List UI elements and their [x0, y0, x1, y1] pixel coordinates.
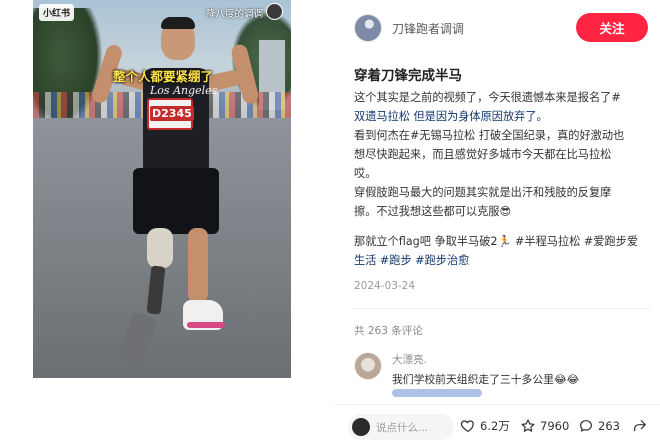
hashtag-link[interactable]: 生活 #跑步 #跑步治愈	[354, 254, 469, 267]
note-title: 穿着刀锋完成半马	[354, 68, 462, 84]
running-blade	[117, 311, 159, 365]
note-page: Los Angeles D2345 整个人都要紧绷了 小红书 降八度的调调 刀锋…	[0, 0, 660, 447]
comment-count: 共 263 条评论	[354, 325, 423, 337]
note-tags-line: 生活 #跑步 #跑步治愈	[354, 251, 654, 270]
shoe-accent	[187, 322, 225, 328]
collect-count: 7960	[540, 419, 570, 433]
prosthetic-socket	[147, 228, 173, 268]
note-body-line: 看到何杰在#无锡马拉松 打破全国纪录，真的好激动也	[354, 129, 625, 142]
bottom-action-bar: 说点什么... 6.2万 7960 263	[334, 404, 660, 447]
hashtag-link[interactable]: 双遗马拉松 但是因为身体原因放弃了。	[354, 110, 548, 123]
author-name[interactable]: 刀锋跑者调调	[392, 20, 464, 37]
note-tags: 那就立个flag吧 争取半马破2🏃 #半程马拉松 #爱跑步爱 生活 #跑步 #跑…	[354, 232, 654, 270]
commenter-avatar[interactable]	[354, 352, 382, 380]
like-button[interactable]: 6.2万	[460, 418, 510, 434]
follow-button[interactable]: 关注	[576, 13, 648, 42]
share-icon	[634, 420, 646, 432]
heart-icon	[460, 420, 474, 433]
note-detail-panel: 刀锋跑者调调 关注 穿着刀锋完成半马 这个其实是之前的视频了，今天很遗憾本来是报…	[334, 0, 660, 447]
author-avatar[interactable]	[354, 14, 382, 42]
commenter-name[interactable]: 大漂亮.	[392, 352, 427, 367]
runner-hair	[161, 17, 195, 29]
note-body-line: 擦。不过我想这些都可以克服😎	[354, 205, 512, 218]
runner-shorts	[133, 168, 219, 234]
my-avatar	[352, 418, 370, 436]
comment-image-strip[interactable]	[392, 389, 482, 397]
video-caption: 整个人都要紧绷了	[113, 69, 214, 84]
runner-figure: Los Angeles D2345	[33, 0, 291, 378]
watermark-avatar	[266, 3, 283, 20]
note-tags-line: 那就立个flag吧 争取半马破2🏃 #半程马拉松 #爱跑步爱	[354, 235, 639, 248]
comment-input-placeholder: 说点什么...	[376, 421, 429, 434]
note-body-line: 这个其实是之前的视频了，今天很遗憾本来是报名了#	[354, 91, 621, 104]
star-icon	[521, 419, 535, 432]
watermark-logo: 小红书	[39, 4, 75, 21]
bib-number: D2345	[150, 106, 194, 121]
share-button[interactable]	[632, 418, 652, 434]
comment-button[interactable]: 263	[578, 418, 620, 434]
note-date: 2024-03-24	[354, 280, 416, 292]
comment-input[interactable]: 说点什么...	[348, 414, 454, 440]
collect-button[interactable]: 7960	[520, 418, 569, 434]
note-body-line: 想尽快跑起来，而且感觉好多城市今天都在比马拉松	[354, 148, 612, 161]
watermark-username: 降八度的调调	[205, 9, 263, 20]
note-body-line: 穿假肢跑马最大的问题其实就是出汗和残肢的反复摩	[354, 186, 612, 199]
like-count: 6.2万	[480, 419, 510, 433]
section-divider	[354, 308, 650, 309]
jersey-text: Los Angeles	[150, 84, 218, 97]
runner-right-leg	[188, 228, 208, 302]
comment-total: 263	[598, 419, 620, 433]
note-video[interactable]: Los Angeles D2345 整个人都要紧绷了 小红书 降八度的调调	[33, 0, 291, 378]
comment-icon	[580, 420, 592, 432]
note-body-line: 双遗马拉松 但是因为身体原因放弃了。	[354, 107, 654, 126]
prosthetic-pylon	[146, 265, 166, 315]
note-body: 这个其实是之前的视频了，今天很遗憾本来是报名了# 双遗马拉松 但是因为身体原因放…	[354, 88, 654, 221]
note-body-line: 哎。	[354, 167, 377, 180]
media-panel: Los Angeles D2345 整个人都要紧绷了 小红书 降八度的调调	[0, 0, 334, 447]
comment-text: 我们学校前天组织走了三十多公里😂😂	[392, 373, 580, 386]
